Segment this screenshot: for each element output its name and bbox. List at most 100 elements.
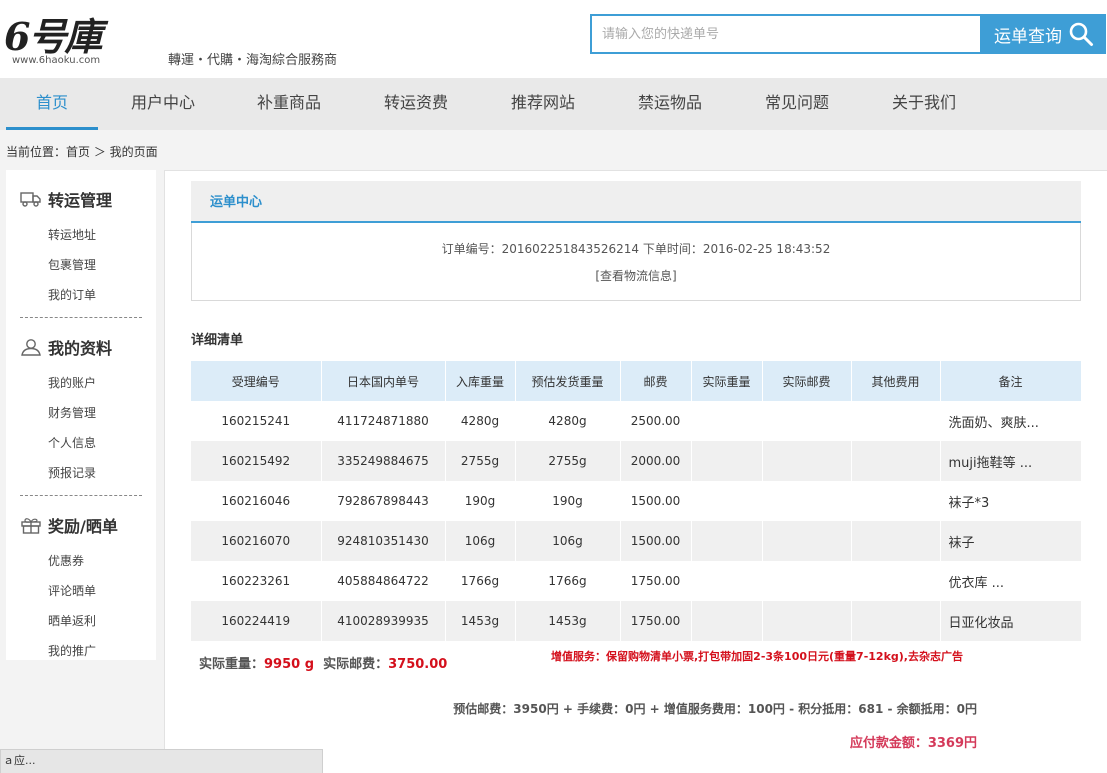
truck-icon [20,192,41,207]
actual-weight-value: 9950 g [264,657,315,672]
sidebar-group-title: 转运管理 [48,191,113,210]
table-cell-note: 袜子 [940,521,1082,561]
nav-faq[interactable]: 常见问题 [751,78,843,130]
table-cell: 4280g [445,401,516,441]
table-cell: 2500.00 [620,401,692,441]
sidebar-item-share-rebate[interactable]: 晒单返利 [48,612,96,629]
table-cell: 924810351430 [321,521,446,561]
gift-icon [21,518,41,534]
tab-order-center[interactable]: 运单中心 [210,191,262,210]
table-cell: 1750.00 [620,561,692,601]
nav-prohibited-items[interactable]: 禁运物品 [624,78,716,130]
search-input[interactable] [592,16,980,52]
table-cell: 405884864722 [321,561,446,601]
sidebar-item-coupons[interactable]: 优惠券 [48,552,84,569]
table-cell: 160216046 [191,481,322,521]
view-logistics-link[interactable]: [查看物流信息] [192,267,1080,284]
table-cell [691,561,763,601]
sidebar-group-profile: 我的资料 [20,335,112,359]
column-header: 邮费 [620,361,692,401]
column-header: 预估发货重量 [515,361,621,401]
table-cell: 1500.00 [620,521,692,561]
table-header-row: 受理编号 日本国内单号 入库重量 预估发货重量 邮费 实际重量 实际邮费 其他费… [191,361,1082,401]
table-cell [691,601,763,641]
table-row: 160215241 411724871880 4280g 4280g 2500.… [191,401,1082,441]
table-cell: 2000.00 [620,441,692,481]
browser-status-bar: ａ应... [0,749,323,773]
nav-home[interactable]: 首页 [6,78,98,130]
table-cell: 1750.00 [620,601,692,641]
table-cell [851,481,941,521]
table-cell: 106g [445,521,516,561]
nav-user-center[interactable]: 用户中心 [117,78,209,130]
value-added-service: 增值服务：保留购物清单小票,打包带加固2-3条100日元(重量7-12kg),去… [551,650,963,663]
user-icon [21,339,41,356]
sidebar-item-shipping-address[interactable]: 转运地址 [48,226,96,243]
table-cell: 160224419 [191,601,322,641]
table-cell-note: muji拖鞋等 ... [940,441,1082,481]
sidebar-item-my-orders[interactable]: 我的订单 [48,286,96,303]
sidebar-group-shipping: 转运管理 [20,187,112,211]
table-cell [851,401,941,441]
sidebar-item-finance[interactable]: 财务管理 [48,404,96,421]
fee-breakdown: 预估邮费：3950円 + 手续费：0円 + 增值服务费用：100円 - 积分抵用… [453,702,977,716]
table-cell: 160215241 [191,401,322,441]
table-cell-note: 日亚化妆品 [940,601,1082,641]
column-header: 实际重量 [691,361,763,401]
search-box [590,14,982,54]
table-cell-note: 洗面奶、爽肤... [940,401,1082,441]
table-cell [762,521,852,561]
table-cell: 190g [515,481,621,521]
table-cell [851,561,941,601]
sidebar-item-review-share[interactable]: 评论晒单 [48,582,96,599]
main-nav: 首页 用户中心 补重商品 转运资费 推荐网站 禁运物品 常见问题 关于我们 [0,78,1107,130]
sidebar-item-my-promotion[interactable]: 我的推广 [48,642,96,659]
column-header: 受理编号 [191,361,322,401]
sidebar-item-package-management[interactable]: 包裹管理 [48,256,96,273]
table-cell: 4280g [515,401,621,441]
table-cell [762,401,852,441]
table-cell [691,401,763,441]
search-icon [1069,22,1093,46]
table-cell [691,481,763,521]
table-cell: 160223261 [191,561,322,601]
header: 6号庫 www.6haoku.com 轉運・代購・海淘綜合服務商 运单查询 [0,0,1107,78]
sidebar-item-forecast-records[interactable]: 预报记录 [48,464,96,481]
sidebar-group-title: 奖励/晒单 [48,517,118,536]
nav-about-us[interactable]: 关于我们 [878,78,970,130]
table-cell-note: 优衣库 ... [940,561,1082,601]
sidebar: 转运管理 转运地址 包裹管理 我的订单 我的资料 我的账户 财务管理 个人信息 … [6,170,156,660]
sidebar-item-personal-info[interactable]: 个人信息 [48,434,96,451]
site-logo[interactable]: 6号庫 www.6haoku.com [4,4,132,70]
detail-list-title: 详细清单 [191,333,244,348]
table-cell: 106g [515,521,621,561]
sidebar-item-my-account[interactable]: 我的账户 [48,374,96,391]
column-header: 其他费用 [851,361,941,401]
nav-recommended-sites[interactable]: 推荐网站 [497,78,589,130]
table-cell: 410028939935 [321,601,446,641]
detail-table: 受理编号 日本国内单号 入库重量 预估发货重量 邮费 实际重量 实际邮费 其他费… [191,361,1082,641]
column-header: 入库重量 [445,361,516,401]
table-cell: 1500.00 [620,481,692,521]
table-cell [851,441,941,481]
table-cell: 792867898443 [321,481,446,521]
table-cell [851,521,941,561]
search-button-label: 运单查询 [994,26,1062,47]
table-row: 160224419 410028939935 1453g 1453g 1750.… [191,601,1082,641]
column-header: 实际邮费 [762,361,852,401]
table-cell [762,601,852,641]
table-cell-note: 袜子*3 [940,481,1082,521]
order-info-box: 订单编号：201602251843526214 下单时间：2016-02-25 … [191,223,1081,301]
slogan: 轉運・代購・海淘綜合服務商 [168,53,338,68]
table-cell: 335249884675 [321,441,446,481]
table-row: 160216070 924810351430 106g 106g 1500.00… [191,521,1082,561]
search-button[interactable]: 运单查询 [982,14,1106,54]
nav-reweigh-products[interactable]: 补重商品 [243,78,335,130]
sidebar-divider [20,495,142,496]
sidebar-group-rewards: 奖励/晒单 [20,513,118,537]
nav-shipping-rates[interactable]: 转运资费 [370,78,462,130]
breadcrumb: 当前位置：首页 ＞ 我的页面 [6,145,158,159]
table-cell: 2755g [515,441,621,481]
table-cell [762,561,852,601]
table-cell: 160215492 [191,441,322,481]
